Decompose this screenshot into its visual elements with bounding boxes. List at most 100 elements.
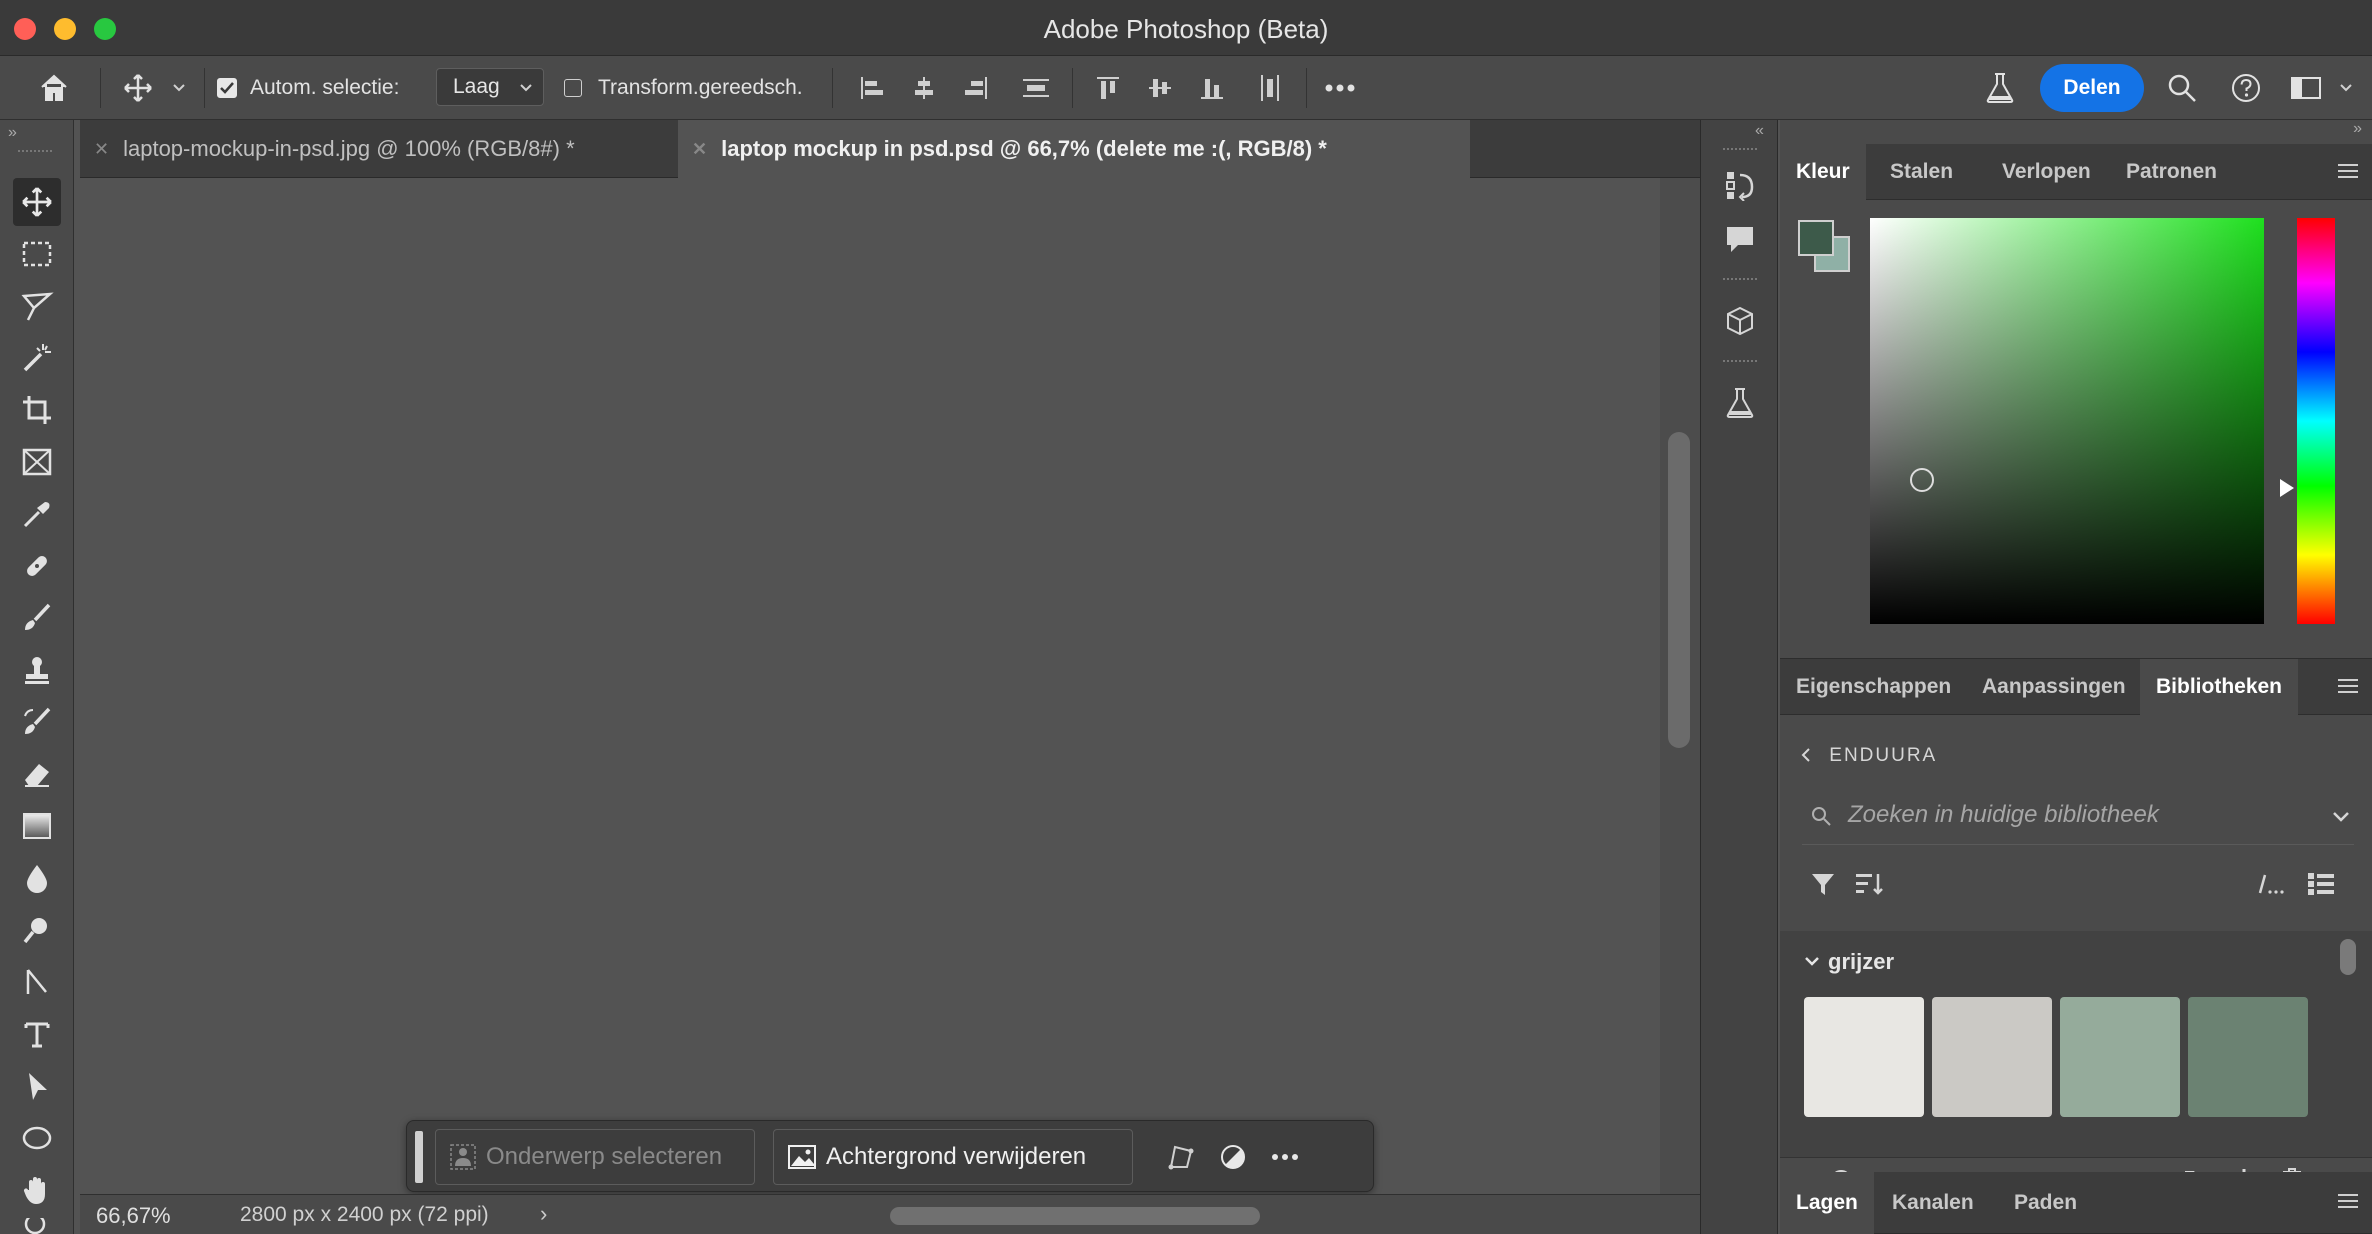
collapse-panels-icon[interactable]: » [2353,120,2362,138]
filter-button[interactable] [1804,865,1842,903]
eraser-tool[interactable] [13,750,61,798]
saturation-brightness-field[interactable] [1870,218,2264,624]
workspace-dropdown[interactable] [2334,56,2358,120]
move-icon [22,187,52,217]
checkmark-icon [220,82,234,94]
more-options-button[interactable] [1318,56,1362,120]
library-color-swatch[interactable] [1804,997,1924,1117]
dodge-tool[interactable] [13,906,61,954]
document-tab-jpg[interactable]: ✕ laptop-mockup-in-psd.jpg @ 100% (RGB/8… [80,120,672,178]
align-left-button[interactable] [850,56,894,120]
auto-select-target-dropdown[interactable]: Laag [436,68,544,106]
library-group-header[interactable]: grijzer [1804,949,1894,975]
library-search-placeholder: Zoeken in huidige bibliotheek [1848,801,2159,828]
zoom-level[interactable]: 66,67% [96,1203,171,1229]
hand-tool[interactable] [13,1166,61,1214]
brush-tool[interactable] [13,594,61,642]
move-tool[interactable] [13,178,61,226]
align-vertical-center-button[interactable] [1138,56,1182,120]
tab-color[interactable]: Kleur [1780,144,1866,200]
distribute-vertical-button[interactable] [1014,56,1058,120]
marquee-tool[interactable] [13,230,61,278]
remove-background-button[interactable]: Achtergrond verwijderen [773,1129,1133,1185]
workspace-button[interactable] [2286,56,2326,120]
status-menu-arrow-icon[interactable]: › [540,1201,547,1227]
tab-gradients[interactable]: Verlopen [1986,144,2107,200]
healing-brush-tool[interactable] [13,542,61,590]
history-panel-button[interactable] [1715,160,1765,210]
eyedropper-tool[interactable] [13,490,61,538]
tab-properties[interactable]: Eigenschappen [1780,659,1967,715]
align-bottom-button[interactable] [1190,56,1234,120]
auto-select-checkbox[interactable] [216,56,238,120]
align-right-button[interactable] [954,56,998,120]
transform-controls-checkbox[interactable] [562,56,584,120]
vertical-scrollbar-thumb[interactable] [1668,432,1690,748]
home-button[interactable] [30,56,78,120]
distribute-horizontal-button[interactable] [1248,56,1292,120]
transform-button[interactable] [1153,1129,1209,1185]
document-tab-psd[interactable]: ✕ laptop mockup in psd.psd @ 66,7% (dele… [678,120,1470,178]
view-options-button[interactable] [2252,865,2290,903]
color-picker-cursor[interactable] [1910,468,1934,492]
document-canvas[interactable] [80,178,1660,1194]
adjustment-button[interactable] [1205,1129,1261,1185]
library-search-field[interactable]: Zoeken in huidige bibliotheek [1802,789,2354,845]
type-tool[interactable] [13,1010,61,1058]
libraries-panel-menu[interactable] [2338,677,2358,700]
foreground-color-swatch[interactable] [1798,220,1834,256]
more-actions-button[interactable] [1257,1129,1313,1185]
gradient-tool[interactable] [13,802,61,850]
tab-layers[interactable]: Lagen [1780,1172,1874,1234]
sort-button[interactable] [1850,865,1888,903]
comments-panel-button[interactable] [1715,214,1765,264]
move-tool-preset-button[interactable] [116,56,160,120]
tool-preset-dropdown[interactable] [166,56,192,120]
3d-panel-button[interactable] [1715,296,1765,346]
library-scrollbar-thumb[interactable] [2340,939,2356,975]
align-horizontal-center-button[interactable] [902,56,946,120]
zoom-tool[interactable] [13,1218,61,1234]
select-subject-button[interactable]: Onderwerp selecteren [435,1129,755,1185]
collapse-dock-icon[interactable]: « [1755,122,1764,140]
tab-adjustments[interactable]: Aanpassingen [1966,659,2142,715]
hue-slider[interactable] [2297,218,2335,624]
list-view-button[interactable] [2302,865,2340,903]
tab-channels[interactable]: Kanalen [1876,1172,1990,1234]
collapse-toolbar-icon[interactable]: » [8,124,17,142]
history-brush-tool[interactable] [13,698,61,746]
library-color-swatch[interactable] [1932,997,2052,1117]
path-selection-tool[interactable] [13,1062,61,1110]
ellipse-tool[interactable] [13,1114,61,1162]
layers-panel-menu[interactable] [2338,1192,2358,1215]
search-button[interactable] [2160,56,2204,120]
hue-slider-handle[interactable] [2280,479,2294,497]
lasso-icon [21,292,54,321]
tab-libraries[interactable]: Bibliotheken [2140,659,2299,715]
library-color-swatch[interactable] [2188,997,2308,1117]
magic-wand-tool[interactable] [13,334,61,382]
color-panel-menu[interactable] [2338,162,2358,185]
beta-features-panel-button[interactable] [1715,378,1765,428]
horizontal-scrollbar-thumb[interactable] [890,1207,1260,1225]
task-bar-drag-handle[interactable] [415,1131,423,1183]
clone-stamp-tool[interactable] [13,646,61,694]
chevron-down-icon[interactable] [2332,811,2350,823]
tab-swatches[interactable]: Stalen [1874,144,1969,200]
share-button[interactable]: Delen [2040,64,2144,112]
crop-tool[interactable] [13,386,61,434]
pen-tool[interactable] [13,958,61,1006]
eraser-icon [25,764,49,787]
library-back-link[interactable]: ENDUURA [1800,745,1937,767]
close-tab-icon[interactable]: ✕ [94,139,109,160]
library-color-swatch[interactable] [2060,997,2180,1117]
tab-patterns[interactable]: Patronen [2110,144,2233,200]
blur-tool[interactable] [13,854,61,902]
frame-tool[interactable] [13,438,61,486]
lasso-tool[interactable] [13,282,61,330]
tab-paths[interactable]: Paden [1998,1172,2093,1234]
beta-labs-button[interactable] [1976,56,2024,120]
close-tab-icon[interactable]: ✕ [692,139,707,160]
align-top-button[interactable] [1086,56,1130,120]
help-button[interactable] [2224,56,2268,120]
